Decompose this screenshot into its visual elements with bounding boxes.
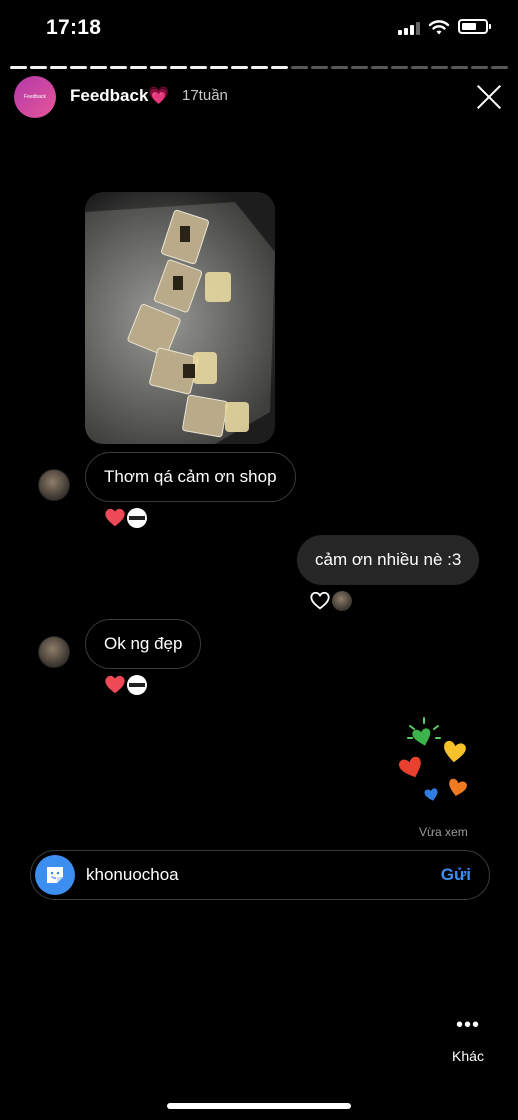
progress-segment [70,66,88,69]
more-button[interactable]: ••• Khác [448,1014,488,1078]
reactor-avatar [332,591,352,611]
progress-segment [471,66,489,69]
sender-avatar[interactable] [38,636,70,668]
home-indicator[interactable] [167,1103,351,1109]
sticker-icon[interactable] [35,855,75,895]
message-bubble[interactable]: cảm ơn nhiều nè :3 [297,535,480,585]
message-bubble[interactable]: Thơm qá cảm ơn shop [85,452,296,502]
progress-segment [110,66,128,69]
progress-segment [250,66,268,69]
progress-segment [310,66,328,69]
more-label: Khác [452,1048,484,1064]
status-time: 17:18 [46,16,102,39]
message-bubble[interactable]: Ok ng đẹp [85,619,202,669]
seen-status: Vừa xem [419,825,468,839]
progress-segment [390,66,408,69]
progress-segment [150,66,168,69]
sender-avatar[interactable] [38,469,70,501]
story-header: Feedback Feedback💗 17tuần [14,76,504,120]
send-button[interactable]: Gửi [441,865,471,885]
story-avatar[interactable]: Feedback [14,76,56,118]
progress-segment [290,66,308,69]
progress-segment [350,66,368,69]
progress-segment [370,66,388,69]
message-reactions[interactable] [104,507,147,529]
reply-bar[interactable]: khonuochoa Gửi [30,850,490,900]
heart-outline-icon[interactable] [309,590,331,612]
heart-icon [105,508,125,527]
progress-segment [230,66,248,69]
more-dots-icon: ••• [455,1014,480,1036]
heart-icon [105,675,125,694]
progress-segment [30,66,48,69]
wifi-icon [428,20,450,35]
product-photo [85,192,275,444]
status-bar: 17:18 [0,0,518,56]
progress-segment [90,66,108,69]
battery-icon [458,19,491,34]
signal-icon [398,22,420,35]
progress-segment [170,66,188,69]
story-title[interactable]: Feedback💗 [70,86,170,106]
reactor-avatar [127,675,147,695]
progress-segment [270,66,288,69]
progress-segment [50,66,68,69]
progress-segment [130,66,148,69]
story-progress-bar [10,66,509,69]
message-reactions[interactable] [309,590,352,612]
story-age: 17tuần [182,87,228,104]
hearts-sticker[interactable] [396,716,476,806]
progress-segment [491,66,509,69]
progress-segment [10,66,28,69]
message-reactions[interactable] [104,674,147,696]
progress-segment [410,66,428,69]
reactor-avatar [127,508,147,528]
reply-input[interactable]: khonuochoa [86,865,179,885]
progress-segment [190,66,208,69]
progress-segment [430,66,449,69]
close-icon[interactable] [476,84,502,110]
avatar-label: Feedback [24,94,46,100]
progress-segment [330,66,348,69]
progress-segment [210,66,228,69]
progress-segment [451,66,469,69]
